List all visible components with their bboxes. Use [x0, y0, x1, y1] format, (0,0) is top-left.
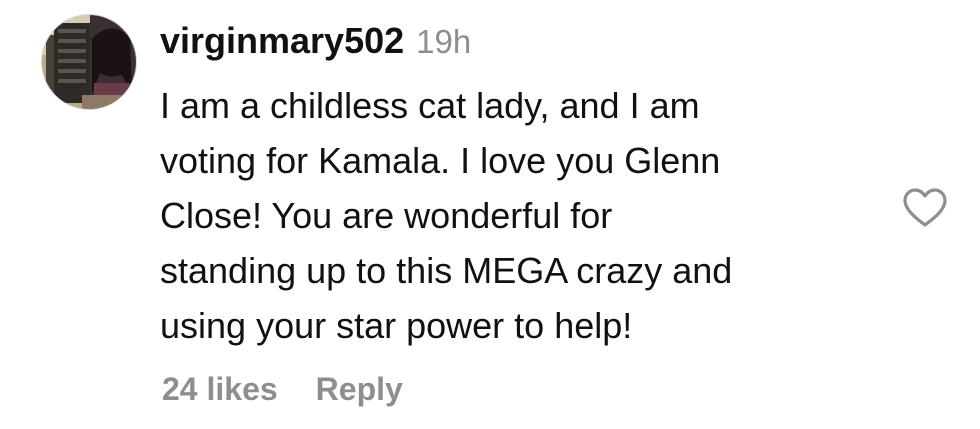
comment-text-line: Close! You are wonderful for	[160, 195, 613, 236]
comment-text-line: using your star power to help!	[160, 305, 633, 346]
comment-actions: 24 likes Reply	[162, 367, 403, 411]
avatar-photo	[42, 15, 136, 109]
comment-text: I am a childless cat lady, and I am voti…	[160, 78, 860, 353]
username-link[interactable]: virginmary502	[160, 16, 404, 66]
heart-outline-icon	[903, 188, 947, 227]
comment-text-line: voting for Kamala. I love you Glenn	[160, 140, 721, 181]
comment-text-line: I am a childless cat lady, and I am	[160, 85, 700, 126]
comment-timestamp[interactable]: 19h	[416, 17, 471, 67]
likes-count-button[interactable]: 24 likes	[162, 367, 278, 411]
avatar[interactable]	[41, 14, 137, 110]
comment-text-line: standing up to this MEGA crazy and	[160, 250, 733, 291]
comment-item: virginmary502 19h I am a childless cat l…	[0, 0, 980, 429]
like-button[interactable]	[902, 187, 948, 229]
comment-content: virginmary502 19h I am a childless cat l…	[160, 16, 860, 353]
comment-header: virginmary502 19h	[160, 16, 860, 66]
reply-button[interactable]: Reply	[316, 367, 403, 411]
